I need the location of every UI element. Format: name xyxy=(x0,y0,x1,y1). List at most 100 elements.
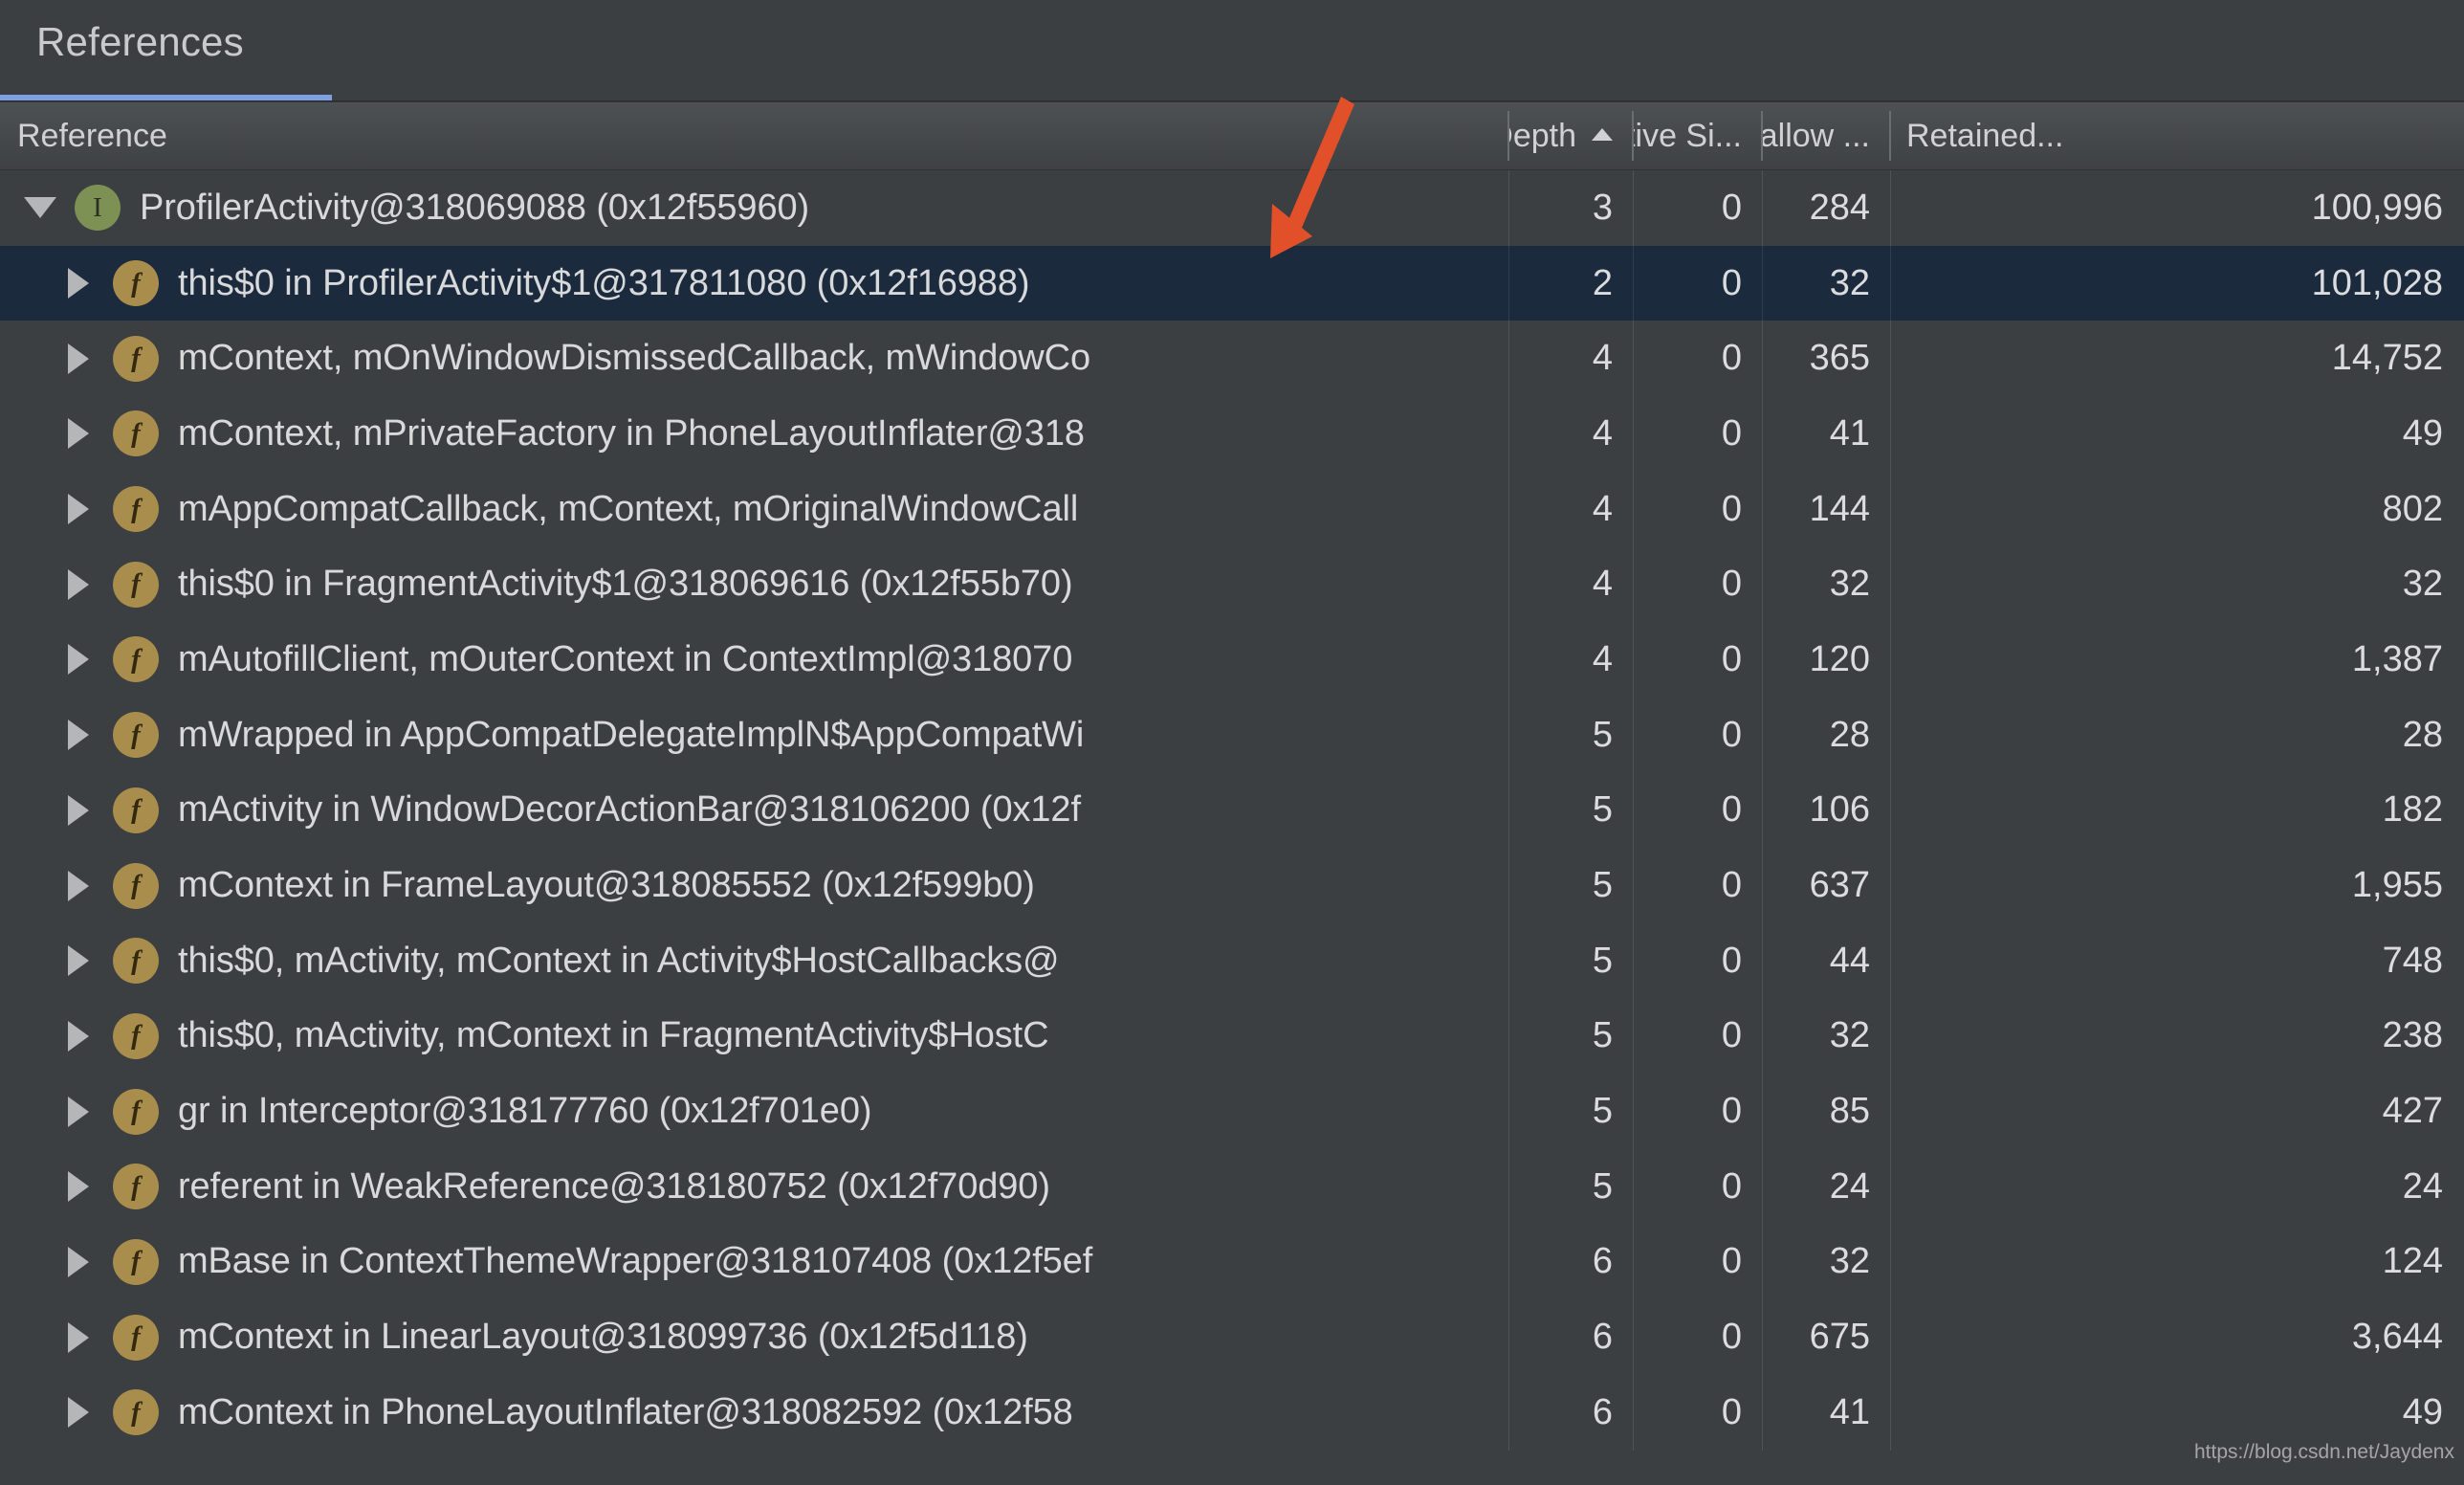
tree-indent xyxy=(0,208,21,209)
tree-indent xyxy=(0,1186,59,1187)
table-row[interactable]: fmContext in PhoneLayoutInflater@3180825… xyxy=(0,1375,2464,1451)
table-row[interactable]: fthis$0 in FragmentActivity$1@318069616 … xyxy=(0,546,2464,622)
column-header-shallow-size[interactable]: Shallow ... xyxy=(1763,102,1891,169)
cell-retained-size-value: 238 xyxy=(2383,1015,2443,1056)
expand-triangle-icon[interactable] xyxy=(59,1393,98,1431)
reference-label: mActivity in WindowDecorActionBar@318106… xyxy=(178,789,1081,831)
cell-depth: 5 xyxy=(1509,1149,1634,1225)
table-row[interactable]: fthis$0 in ProfilerActivity$1@317811080 … xyxy=(0,246,2464,321)
cell-shallow-size-value: 41 xyxy=(1830,413,1870,454)
cell-native-size: 0 xyxy=(1634,999,1763,1075)
cell-shallow-size: 28 xyxy=(1763,698,1891,773)
table-row[interactable]: fmContext in LinearLayout@318099736 (0x1… xyxy=(0,1299,2464,1375)
cell-retained-size: 32 xyxy=(1891,546,2464,622)
cell-depth: 2 xyxy=(1509,246,1634,321)
column-header-reference[interactable]: Reference xyxy=(0,102,1509,169)
cell-retained-size: 802 xyxy=(1891,472,2464,547)
cell-shallow-size: 106 xyxy=(1763,773,1891,849)
expand-triangle-icon[interactable] xyxy=(59,1093,98,1131)
cell-retained-size-value: 28 xyxy=(2403,715,2443,756)
cell-native-size-value: 0 xyxy=(1722,188,1742,229)
sort-ascending-icon xyxy=(1592,128,1613,141)
cell-reference: fmAutofillClient, mOuterContext in Conte… xyxy=(0,622,1509,698)
tab-references[interactable]: References xyxy=(0,0,280,101)
table-row[interactable]: fmWrapped in AppCompatDelegateImplN$AppC… xyxy=(0,698,2464,773)
cell-native-size-value: 0 xyxy=(1722,564,1742,605)
cell-reference: fmContext, mPrivateFactory in PhoneLayou… xyxy=(0,396,1509,472)
expand-triangle-icon[interactable] xyxy=(59,565,98,604)
table-row[interactable]: fmBase in ContextThemeWrapper@318107408 … xyxy=(0,1225,2464,1300)
table-row[interactable]: fmContext, mPrivateFactory in PhoneLayou… xyxy=(0,396,2464,472)
cell-native-size: 0 xyxy=(1634,321,1763,396)
cell-retained-size: 182 xyxy=(1891,773,2464,849)
tree-indent xyxy=(0,1412,59,1413)
cell-depth: 4 xyxy=(1509,622,1634,698)
cell-reference: fmWrapped in AppCompatDelegateImplN$AppC… xyxy=(0,698,1509,773)
cell-depth-value: 4 xyxy=(1593,639,1613,680)
reference-label: this$0, mActivity, mContext in Activity$… xyxy=(178,941,1060,982)
chevron-right-icon xyxy=(68,945,89,976)
table-row[interactable]: IProfilerActivity@318069088 (0x12f55960)… xyxy=(0,170,2464,246)
table-row[interactable]: fmAppCompatCallback, mContext, mOriginal… xyxy=(0,472,2464,547)
table-row[interactable]: fthis$0, mActivity, mContext in Activity… xyxy=(0,923,2464,999)
cell-retained-size-value: 1,387 xyxy=(2352,639,2443,680)
column-header-retained-size[interactable]: Retained... xyxy=(1891,102,2464,169)
cell-shallow-size: 144 xyxy=(1763,472,1891,547)
cell-native-size-value: 0 xyxy=(1722,1166,1742,1208)
expand-triangle-icon[interactable] xyxy=(59,340,98,378)
table-row[interactable]: fmContext, mOnWindowDismissedCallback, m… xyxy=(0,321,2464,396)
tab-bar: References xyxy=(0,0,2464,101)
cell-retained-size: 748 xyxy=(1891,923,2464,999)
expand-triangle-icon[interactable] xyxy=(59,1017,98,1055)
expand-triangle-icon[interactable] xyxy=(59,264,98,302)
cell-shallow-size: 284 xyxy=(1763,170,1891,246)
expand-triangle-icon[interactable] xyxy=(59,490,98,528)
expand-triangle-icon[interactable] xyxy=(59,1167,98,1206)
field-icon: f xyxy=(113,562,159,608)
field-icon: f xyxy=(113,1389,159,1435)
reference-label: this$0 in ProfilerActivity$1@317811080 (… xyxy=(178,263,1029,304)
table-row[interactable]: fmAutofillClient, mOuterContext in Conte… xyxy=(0,622,2464,698)
expand-triangle-icon[interactable] xyxy=(59,1319,98,1357)
tree-indent xyxy=(0,885,59,886)
column-header-depth[interactable]: Depth xyxy=(1509,102,1634,169)
expand-triangle-icon[interactable] xyxy=(59,867,98,905)
cell-native-size-value: 0 xyxy=(1722,1241,1742,1282)
cell-shallow-size: 637 xyxy=(1763,848,1891,923)
reference-label: mContext in FrameLayout@318085552 (0x12f… xyxy=(178,865,1035,906)
cell-retained-size: 1,955 xyxy=(1891,848,2464,923)
cell-retained-size: 427 xyxy=(1891,1074,2464,1149)
cell-depth-value: 5 xyxy=(1593,941,1613,982)
cell-reference: fthis$0 in ProfilerActivity$1@317811080 … xyxy=(0,246,1509,321)
reference-tree-table[interactable]: IProfilerActivity@318069088 (0x12f55960)… xyxy=(0,170,2464,1485)
table-row[interactable]: fthis$0, mActivity, mContext in Fragment… xyxy=(0,999,2464,1075)
reference-label: referent in WeakReference@318180752 (0x1… xyxy=(178,1166,1050,1208)
field-icon: f xyxy=(113,1164,159,1209)
tree-indent xyxy=(0,659,59,660)
cell-native-size: 0 xyxy=(1634,1299,1763,1375)
tree-indent xyxy=(0,1261,59,1262)
cell-retained-size-value: 24 xyxy=(2403,1166,2443,1208)
expand-triangle-icon[interactable] xyxy=(59,716,98,754)
cell-shallow-size: 44 xyxy=(1763,923,1891,999)
tree-indent xyxy=(0,584,59,585)
table-row[interactable]: fmContext in FrameLayout@318085552 (0x12… xyxy=(0,848,2464,923)
chevron-right-icon xyxy=(68,795,89,826)
column-header-native-size[interactable]: Native Si... xyxy=(1634,102,1763,169)
expand-triangle-icon[interactable] xyxy=(59,414,98,453)
table-row[interactable]: fgr in Interceptor@318177760 (0x12f701e0… xyxy=(0,1074,2464,1149)
collapse-triangle-icon[interactable] xyxy=(21,188,59,227)
field-icon: f xyxy=(113,486,159,532)
expand-triangle-icon[interactable] xyxy=(59,942,98,980)
table-row[interactable]: f referent in WeakReference@318180752 (0x… xyxy=(0,1149,2464,1225)
column-header-depth-label: Depth xyxy=(1509,118,1576,155)
cell-retained-size-value: 14,752 xyxy=(2332,338,2443,379)
chevron-right-icon xyxy=(68,344,89,374)
expand-triangle-icon[interactable] xyxy=(59,1243,98,1281)
cell-shallow-size: 120 xyxy=(1763,622,1891,698)
expand-triangle-icon[interactable] xyxy=(59,791,98,830)
tree-indent xyxy=(0,1111,59,1112)
cell-retained-size-value: 101,028 xyxy=(2312,263,2443,304)
table-row[interactable]: fmActivity in WindowDecorActionBar@31810… xyxy=(0,773,2464,849)
expand-triangle-icon[interactable] xyxy=(59,640,98,678)
